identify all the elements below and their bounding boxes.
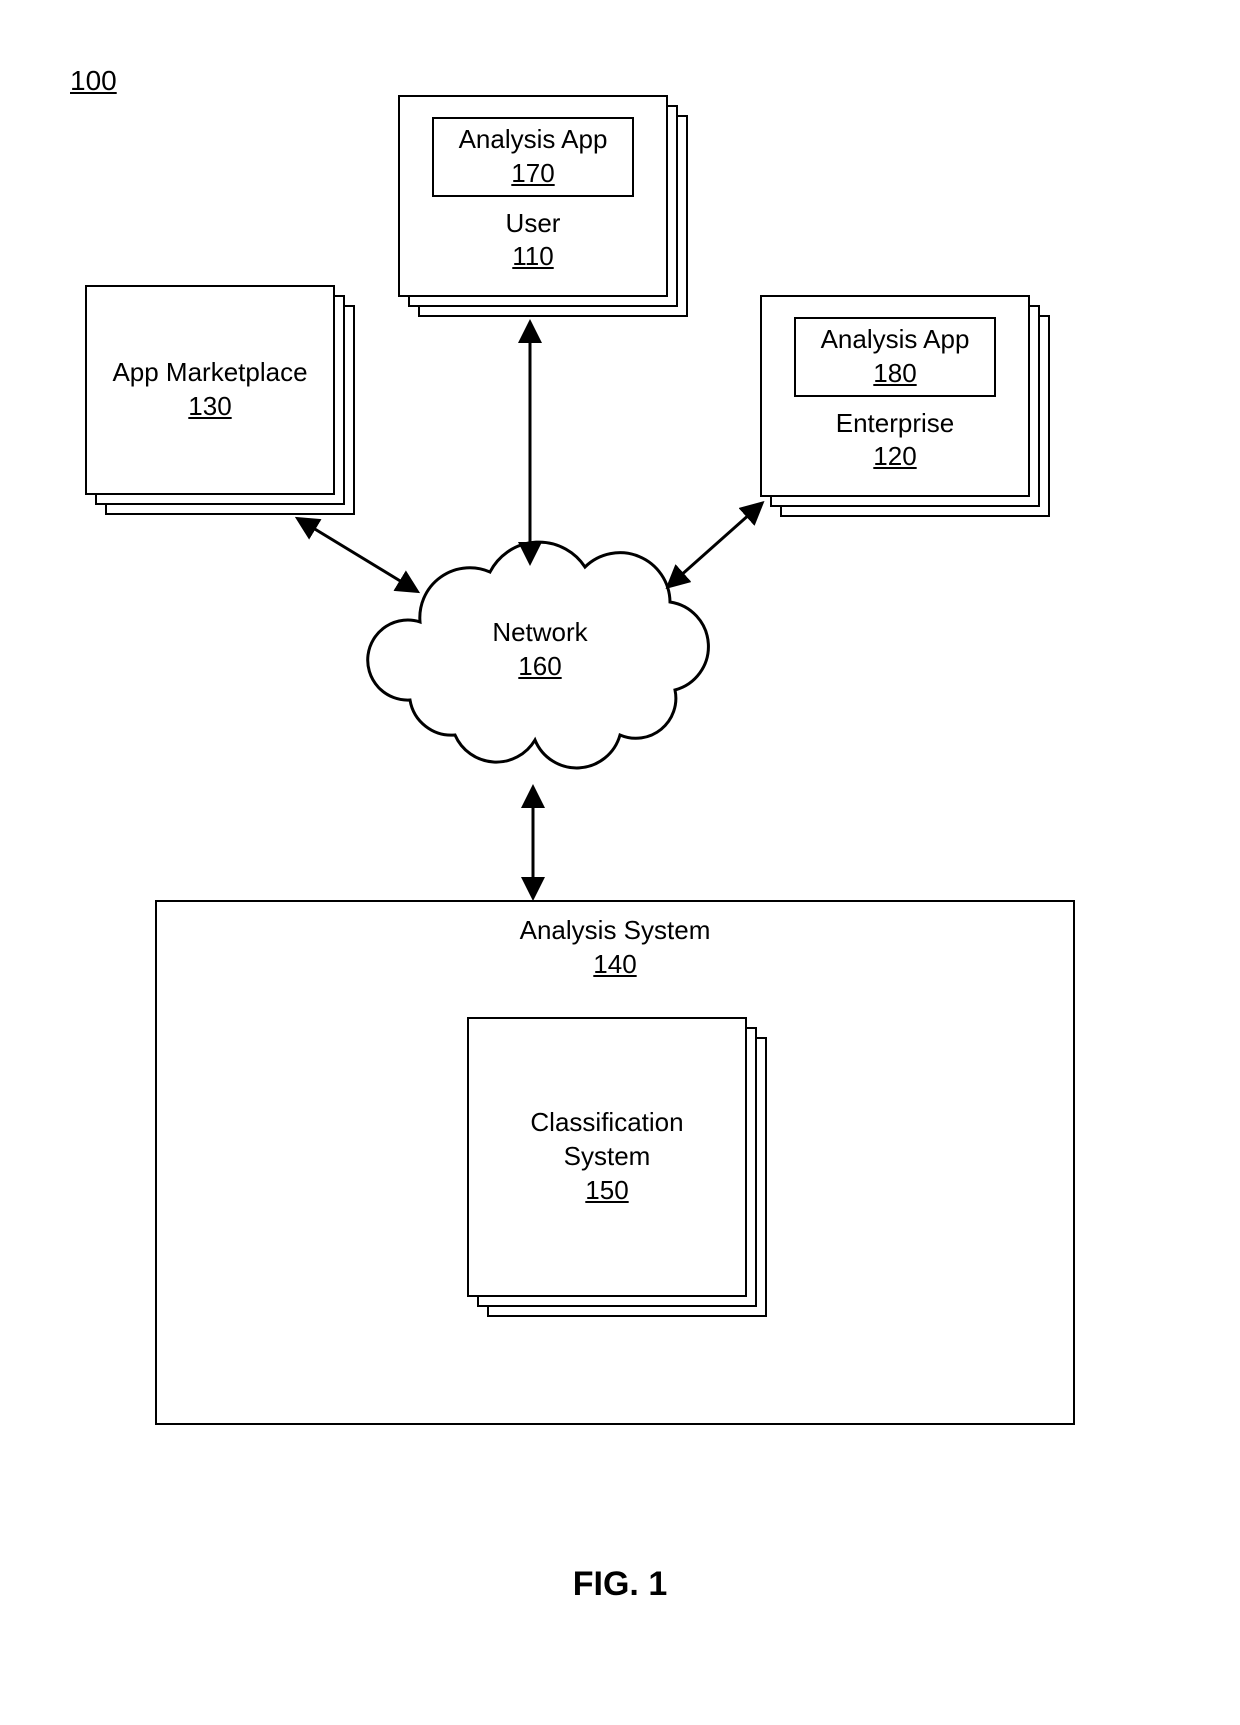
enterprise-label: Enterprise: [836, 407, 955, 441]
analysis-system-label: Analysis System: [157, 914, 1073, 948]
marketplace-ref: 130: [188, 390, 231, 424]
classification-label-1: Classification: [530, 1106, 683, 1140]
analysis-system-box: Analysis System 140 Classification Syste…: [155, 900, 1075, 1425]
figure-reference: 100: [70, 65, 117, 97]
enterprise-ref: 120: [873, 440, 916, 474]
classification-label-2: System: [564, 1140, 651, 1174]
network-ref: 160: [518, 650, 561, 684]
analysis-system-ref: 140: [157, 948, 1073, 982]
marketplace-node: App Marketplace 130: [85, 285, 355, 515]
network-cloud: Network 160: [350, 520, 730, 780]
network-label: Network: [492, 616, 587, 650]
enterprise-app-ref: 180: [802, 357, 988, 391]
user-ref: 110: [512, 240, 553, 274]
user-app-ref: 170: [440, 157, 626, 191]
user-label: User: [506, 207, 561, 241]
enterprise-node: Analysis App 180 Enterprise 120: [760, 295, 1050, 517]
marketplace-label: App Marketplace: [112, 356, 307, 390]
classification-ref: 150: [585, 1174, 628, 1208]
diagram-canvas: 100 Analysis App 170 User 110 App Market…: [0, 0, 1240, 1725]
user-app-label: Analysis App: [440, 123, 626, 157]
enterprise-analysis-app-box: Analysis App 180: [794, 317, 996, 397]
user-analysis-app-box: Analysis App 170: [432, 117, 634, 197]
enterprise-app-label: Analysis App: [802, 323, 988, 357]
user-node: Analysis App 170 User 110: [398, 95, 688, 317]
classification-node: Classification System 150: [467, 1017, 767, 1317]
figure-caption: FIG. 1: [0, 1565, 1240, 1604]
